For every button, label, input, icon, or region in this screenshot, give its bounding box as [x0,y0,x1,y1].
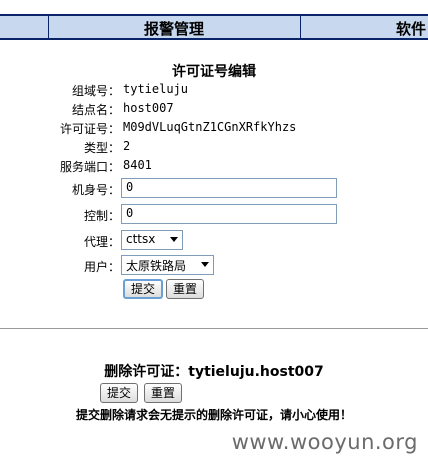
field-control: 控制： 0 [0,204,428,224]
user-label: 用户： [83,260,120,274]
delete-reset-button[interactable]: 重置 [144,383,183,403]
agent-selected-value: cttsx [126,232,156,246]
chevron-down-icon [170,237,178,242]
field-type: 类型： 2 [0,139,428,157]
license-label: 许可证号： [59,122,120,136]
type-value: 2 [123,139,131,153]
delete-submit-button[interactable]: 提交 [100,383,139,403]
watermark: www.wooyun.org [231,430,418,454]
domain-value: tytieluju [123,82,189,96]
page: 报警管理 软件 许可证号编辑 组域号： tytieluju 结点名： host0… [0,0,428,473]
nav-separator [300,16,301,38]
machine-number-input[interactable]: 0 [121,178,337,198]
nav-separator [48,16,49,38]
section-divider [0,328,428,329]
agent-label: 代理： [83,235,120,249]
edit-submit-button[interactable]: 提交 [123,279,164,299]
form-title: 许可证号编辑 [172,64,256,80]
domain-label: 组域号： [71,84,120,98]
field-port: 服务端口： 8401 [0,158,428,176]
field-license: 许可证号： M09dVLuqGtnZ1CGnXRfkYhzs [0,120,428,138]
node-value: host007 [123,101,174,115]
tab-alarm-management[interactable]: 报警管理 [144,18,204,39]
control-label: 控制： [83,209,120,223]
node-label: 结点名： [71,103,120,117]
field-node: 结点名： host007 [0,101,428,119]
tab-software[interactable]: 软件 [396,18,426,39]
port-value: 8401 [123,158,152,172]
delete-warning-text: 提交删除请求会无提示的删除许可证，请小心使用！ [75,408,352,422]
port-label: 服务端口： [59,160,120,174]
field-machine: 机身号： 0 [0,178,428,198]
control-input[interactable]: 0 [121,204,337,224]
field-domain: 组域号： tytieluju [0,82,428,100]
user-selected-value: 太原铁路局 [126,259,187,273]
agent-select[interactable]: cttsx [121,230,183,250]
chevron-down-icon [201,262,209,267]
license-value: M09dVLuqGtnZ1CGnXRfkYhzs [123,120,297,134]
top-nav-bar: 报警管理 软件 [0,14,428,40]
type-label: 类型： [83,141,120,155]
delete-title: 删除许可证：tytieluju.host007 [104,364,324,380]
field-user: 用户： 太原铁路局 [0,255,428,275]
machine-label: 机身号： [71,183,120,197]
edit-reset-button[interactable]: 重置 [166,279,205,299]
user-select[interactable]: 太原铁路局 [121,255,214,275]
field-agent: 代理： cttsx [0,230,428,250]
